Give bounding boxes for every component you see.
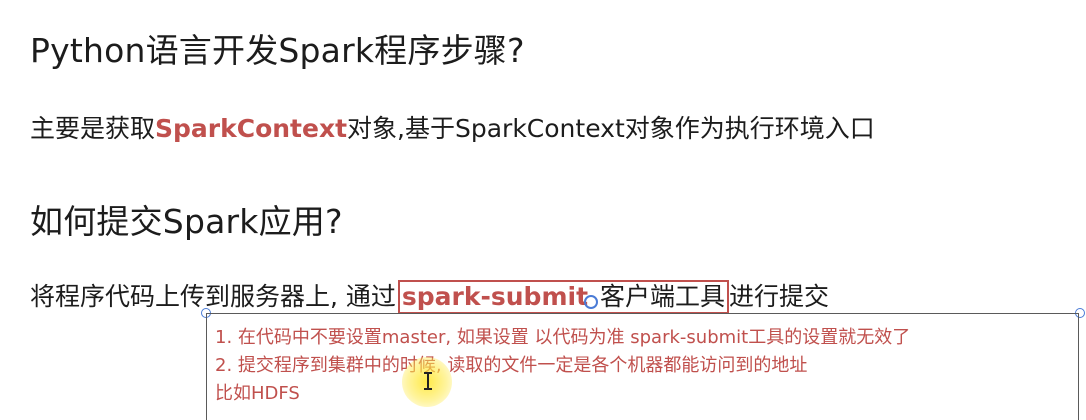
ibeam-cursor-icon bbox=[424, 372, 432, 390]
spark-submit-callout-box[interactable]: spark-submit 客户端工具 bbox=[397, 280, 730, 314]
sparkcontext-highlight: SparkContext bbox=[155, 114, 348, 143]
note-line-1: 1. 在代码中不要设置master, 如果设置 以代码为准 spark-subm… bbox=[215, 327, 911, 348]
note-line-3: 比如HDFS bbox=[215, 383, 300, 404]
anchor-icon[interactable] bbox=[584, 295, 599, 309]
spark-submit-highlight: spark-submit bbox=[401, 282, 589, 311]
client-tool-text: 客户端工具 bbox=[600, 282, 726, 311]
paragraph-spark-submit: 将程序代码上传到服务器上, 通过 spark-submit 客户端工具 进行提交 bbox=[30, 277, 829, 314]
annotation-note-box[interactable]: 1. 在代码中不要设置master, 如果设置 以代码为准 spark-subm… bbox=[206, 313, 1079, 420]
heading-python-spark-steps: Python语言开发Spark程序步骤? bbox=[30, 31, 525, 70]
note-line-2: 2. 提交程序到集群中的时候, 读取的文件一定是各个机器都能访问到的地址 bbox=[215, 355, 808, 376]
document-page: Python语言开发Spark程序步骤? 主要是获取SparkContext对象… bbox=[0, 0, 1086, 420]
paragraph-text-after: 对象,基于SparkContext对象作为执行环境入口 bbox=[347, 114, 875, 143]
paragraph-text-before: 将程序代码上传到服务器上, 通过 bbox=[30, 282, 396, 311]
paragraph-sparkcontext: 主要是获取SparkContext对象,基于SparkContext对象作为执行… bbox=[30, 109, 875, 145]
paragraph-text-after: 进行提交 bbox=[729, 282, 830, 311]
paragraph-text-before: 主要是获取 bbox=[30, 114, 156, 143]
heading-submit-spark-app: 如何提交Spark应用? bbox=[30, 202, 343, 241]
